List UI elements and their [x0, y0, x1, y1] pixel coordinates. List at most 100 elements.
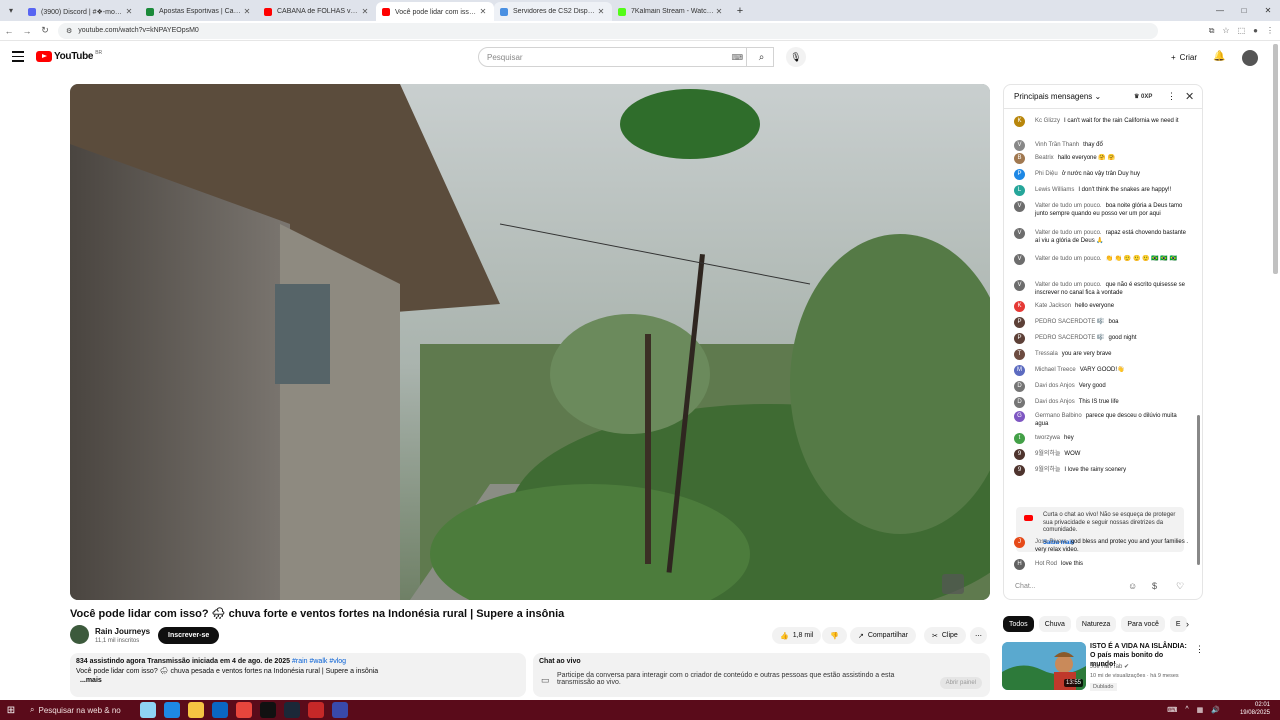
chat-author[interactable]: 9월의하늘 [1035, 467, 1060, 473]
tab-close-icon[interactable]: ✕ [478, 7, 488, 16]
browser-tab[interactable]: Servidores de CS2 Disponíveis✕ [494, 2, 612, 21]
volume-icon[interactable]: 🔊 [1211, 706, 1220, 714]
filter-chip[interactable]: Chuva [1038, 616, 1071, 632]
chrome-icon[interactable] [236, 702, 252, 718]
tab-close-icon[interactable]: ✕ [596, 7, 606, 16]
microphone-icon[interactable]: 🎙 [786, 47, 806, 67]
show-more-link[interactable]: ...mais [76, 677, 520, 684]
file-explorer-icon[interactable] [188, 702, 204, 718]
chat-author[interactable]: Davi dos Anjos [1035, 399, 1075, 405]
steam-app-icon[interactable] [284, 702, 300, 718]
clip-button[interactable]: ✂ Clipe [924, 627, 966, 644]
chat-author[interactable]: Valter de tudo um pouco. [1035, 256, 1102, 262]
share-button[interactable]: ↗ Compartilhar [850, 627, 916, 644]
chat-author[interactable]: Hot Rod [1035, 561, 1057, 567]
chat-mode-dropdown[interactable]: Principais mensagens ⌄ [1014, 92, 1101, 101]
filter-chip[interactable]: Para você [1121, 616, 1165, 632]
close-window-icon[interactable]: ✕ [1256, 0, 1280, 21]
app-icon[interactable] [332, 702, 348, 718]
video-thumbnail[interactable]: 13:55 [1002, 642, 1086, 690]
channel-avatar[interactable] [70, 625, 89, 644]
subscribe-button[interactable]: Inscrever-se [158, 627, 220, 644]
chat-author[interactable]: Lewis Williams [1035, 187, 1074, 193]
tab-search-icon[interactable]: ▾ [0, 0, 22, 21]
chat-author[interactable]: Phi Diệu [1035, 171, 1058, 177]
search-input[interactable]: Pesquisar ⌨ [478, 47, 774, 67]
tab-close-icon[interactable]: ✕ [242, 7, 252, 16]
chat-author[interactable]: Germano Balbino [1035, 413, 1082, 419]
search-icon[interactable]: ⌕ [746, 47, 776, 67]
page-scrollbar[interactable] [1273, 44, 1278, 274]
chat-author[interactable]: Valter de tudo um pouco. [1035, 203, 1102, 209]
filter-chip[interactable]: Natureza [1075, 616, 1117, 632]
youtube-logo[interactable]: YouTube BR [36, 50, 102, 62]
recommended-options-icon[interactable]: ⋮ [1195, 644, 1204, 655]
heart-icon[interactable]: ♡ [1176, 581, 1184, 592]
profile-icon[interactable]: ● [1253, 26, 1258, 36]
forward-icon[interactable]: → [18, 26, 36, 36]
tab-close-icon[interactable]: ✕ [714, 7, 724, 16]
balloons-icon[interactable] [140, 702, 156, 718]
keyboard-tray-icon[interactable]: ⌨ [1167, 706, 1177, 714]
hashtags[interactable]: #rain #walk #vlog [292, 658, 346, 665]
chat-author[interactable]: Michael Treece [1035, 367, 1076, 373]
chevron-right-icon[interactable]: › [1186, 619, 1189, 629]
account-avatar[interactable] [1242, 50, 1258, 66]
chat-author[interactable]: tworzywa [1035, 435, 1060, 441]
chat-author[interactable]: 9월의하늘 [1035, 451, 1060, 457]
new-tab-button[interactable]: + [730, 5, 750, 17]
dislike-button[interactable]: 👎 [822, 627, 847, 644]
chat-author[interactable]: Beatrix [1035, 155, 1054, 161]
keyboard-icon[interactable]: ⌨ [731, 53, 743, 62]
more-actions-button[interactable]: ⋯ [970, 627, 987, 644]
tab-close-icon[interactable]: ✕ [124, 7, 134, 16]
chat-author[interactable]: PEDRO SACERDOTE 🎼 [1035, 319, 1104, 325]
menu-icon[interactable] [12, 51, 24, 62]
outlook-icon[interactable] [212, 702, 228, 718]
url-field[interactable]: ⚙ youtube.com/watch?v=kNPAYEOpsM0 [58, 22, 1158, 39]
recommended-channel[interactable]: Joe HaTTab ✔ [1090, 663, 1129, 670]
maximize-icon[interactable]: □ [1232, 0, 1256, 21]
windows-start-icon[interactable]: ⊞ [0, 705, 22, 716]
notifications-bell-icon[interactable]: 🔔 [1213, 51, 1225, 62]
emoji-icon[interactable]: ☺ [1128, 581, 1137, 591]
create-button[interactable]: + Criar [1163, 48, 1205, 66]
chrome-profile-icon[interactable] [308, 702, 324, 718]
back-icon[interactable]: ← [0, 26, 18, 36]
channel-name[interactable]: Rain Journeys [95, 627, 150, 636]
description-box[interactable]: 834 assistindo agora Transmissão iniciad… [70, 653, 526, 697]
taskbar-search[interactable]: ⌕ Pesquisar na web & no [22, 700, 132, 720]
chat-author[interactable]: PEDRO SACERDOTE 🎼 [1035, 335, 1104, 341]
minimize-icon[interactable]: — [1208, 0, 1232, 21]
edge-icon[interactable] [164, 702, 180, 718]
like-button[interactable]: 👍 1,8 mil [772, 627, 822, 644]
chat-author[interactable]: Kc Glizzy [1035, 118, 1060, 124]
browser-tab[interactable]: Você pode lidar com isso? 🌧✕ [376, 2, 494, 21]
bookmark-star-icon[interactable]: ☆ [1222, 26, 1229, 36]
browser-tab[interactable]: Apostas Esportivas | Casa de Ap✕ [140, 2, 258, 21]
reload-icon[interactable]: ↻ [36, 25, 54, 36]
video-player[interactable] [70, 84, 990, 600]
chat-input[interactable]: Chat... ☺ $ ♡ [1004, 575, 1202, 599]
chat-author[interactable]: Jose Rivera [1035, 539, 1067, 545]
filter-chip[interactable]: E [1169, 616, 1187, 632]
chat-scrollbar[interactable] [1197, 415, 1200, 565]
close-chat-icon[interactable]: ✕ [1185, 90, 1194, 103]
extensions-icon[interactable]: ⬚ [1238, 26, 1246, 36]
browser-tab[interactable]: (3900) Discord | #❖-mochilas ✕ [22, 2, 140, 21]
super-chat-icon[interactable]: $ [1152, 581, 1157, 591]
chat-author[interactable]: Valter de tudo um pouco. [1035, 282, 1102, 288]
clock[interactable]: 02:01 19/08/2025 [1240, 702, 1270, 717]
steam-icon[interactable] [260, 702, 276, 718]
chat-author[interactable]: Davi dos Anjos [1035, 383, 1075, 389]
install-icon[interactable]: ⧉ [1209, 26, 1215, 36]
tab-close-icon[interactable]: ✕ [360, 7, 370, 16]
recommended-video[interactable]: 13:55 ISTO É A VIDA NA ISLÂNDIA: O país … [1002, 642, 1204, 692]
chat-author[interactable]: Valter de tudo um pouco. [1035, 230, 1102, 236]
open-panel-button[interactable]: Abrir painel [939, 677, 982, 689]
site-info-icon[interactable]: ⚙ [66, 27, 72, 35]
browser-menu-icon[interactable]: ⋮ [1266, 26, 1274, 36]
filter-chip[interactable]: Todos [1003, 616, 1034, 632]
chat-author[interactable]: Kate Jackson [1035, 303, 1071, 309]
chat-author[interactable]: Tressala [1035, 351, 1058, 357]
